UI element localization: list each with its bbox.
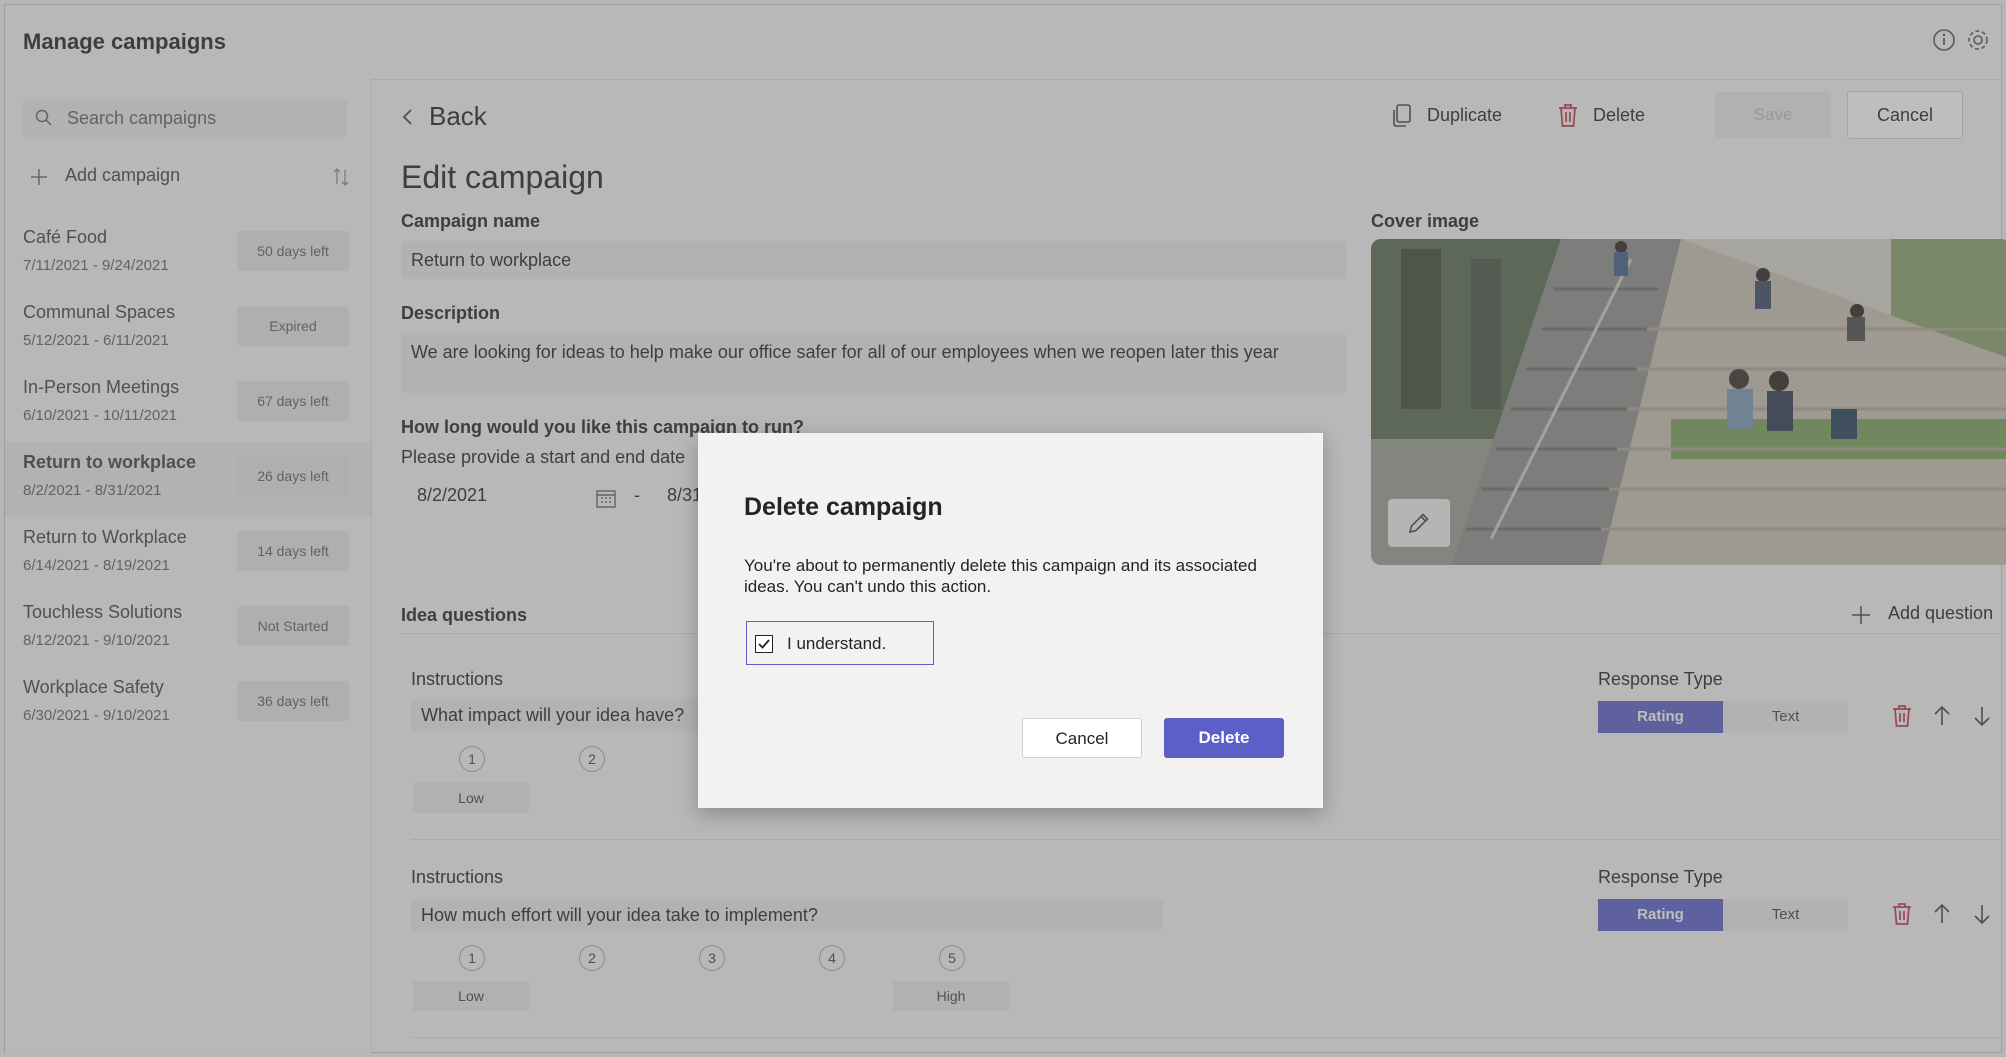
dialog-title: Delete campaign bbox=[744, 493, 943, 521]
app-root: Manage campaigns Search campaigns Add ca… bbox=[0, 0, 2006, 1057]
checkbox-label: I understand. bbox=[787, 634, 887, 653]
understand-checkbox[interactable]: I understand. bbox=[746, 621, 934, 665]
checkbox-box[interactable] bbox=[755, 635, 773, 653]
checkmark-icon bbox=[758, 639, 770, 649]
delete-campaign-dialog: Delete campaign You're about to permanen… bbox=[698, 433, 1323, 808]
dialog-message: You're about to permanently delete this … bbox=[744, 556, 1257, 596]
dialog-delete-button[interactable]: Delete bbox=[1164, 718, 1284, 758]
dialog-cancel-button[interactable]: Cancel bbox=[1022, 718, 1142, 758]
